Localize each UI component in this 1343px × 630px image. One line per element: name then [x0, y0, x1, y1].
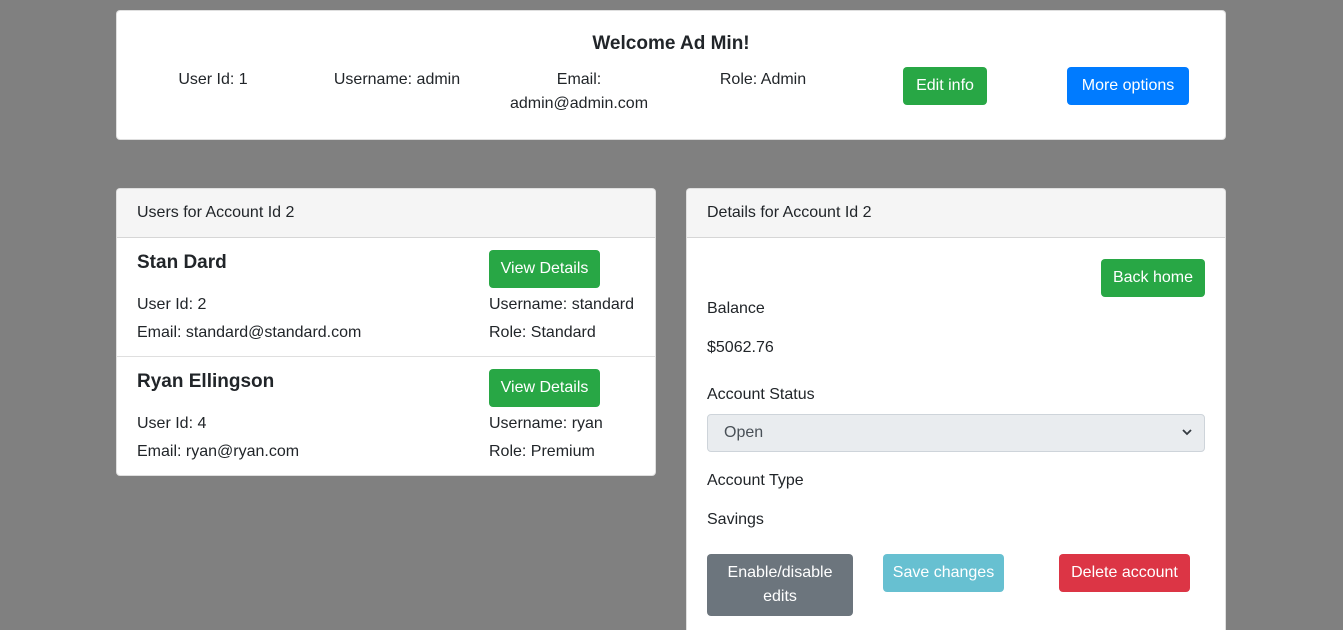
role-text: Role: Premium — [489, 443, 595, 460]
chevron-down-icon — [1182, 425, 1192, 444]
details-panel: Details for Account Id 2 Back home Balan… — [686, 188, 1226, 630]
edit-info-button[interactable]: Edit info — [903, 67, 987, 105]
username-text: Username: ryan — [489, 415, 603, 432]
email-text: Email: standard@standard.com — [137, 324, 362, 341]
list-divider — [117, 356, 655, 357]
user-name: Stan Dard — [137, 252, 227, 273]
account-type-label: Account Type — [707, 472, 804, 489]
account-status-label: Account Status — [707, 386, 815, 403]
view-details-button[interactable]: View Details — [489, 250, 600, 288]
role-text: Role: Standard — [489, 324, 596, 341]
email-label: Email: — [556, 71, 602, 88]
users-panel: Users for Account Id 2 Stan Dard View De… — [116, 188, 656, 476]
save-changes-button[interactable]: Save changes — [883, 554, 1004, 592]
account-type-value: Savings — [707, 511, 764, 528]
email-value: admin@admin.com — [509, 95, 649, 112]
account-status-select[interactable]: Open — [707, 414, 1205, 452]
view-details-button[interactable]: View Details — [489, 369, 600, 407]
back-home-button[interactable]: Back home — [1101, 259, 1205, 297]
welcome-title: Welcome Ad Min! — [592, 33, 750, 54]
user-id-text: User Id: 1 — [178, 71, 248, 88]
balance-label: Balance — [707, 300, 765, 317]
username-text: Username: admin — [333, 71, 461, 88]
account-status-selected: Open — [724, 424, 764, 441]
user-id-text: User Id: 2 — [137, 296, 207, 313]
users-panel-header: Users for Account Id 2 — [117, 189, 655, 238]
welcome-card: Welcome Ad Min! User Id: 1 Username: adm… — [116, 10, 1226, 140]
username-text: Username: standard — [489, 296, 634, 313]
user-id-text: User Id: 4 — [137, 415, 207, 432]
balance-value: $5062.76 — [707, 339, 774, 356]
email-text: Email: ryan@ryan.com — [137, 443, 300, 460]
role-text: Role: Admin — [719, 71, 807, 88]
enable-disable-line2: edits — [763, 588, 797, 605]
user-name: Ryan Ellingson — [137, 371, 275, 392]
delete-account-button[interactable]: Delete account — [1059, 554, 1190, 592]
more-options-button[interactable]: More options — [1067, 67, 1189, 105]
enable-disable-line1: Enable/disable — [727, 564, 833, 581]
enable-disable-edits-button[interactable]: Enable/disable edits — [707, 554, 853, 616]
details-panel-header: Details for Account Id 2 — [687, 189, 1225, 238]
